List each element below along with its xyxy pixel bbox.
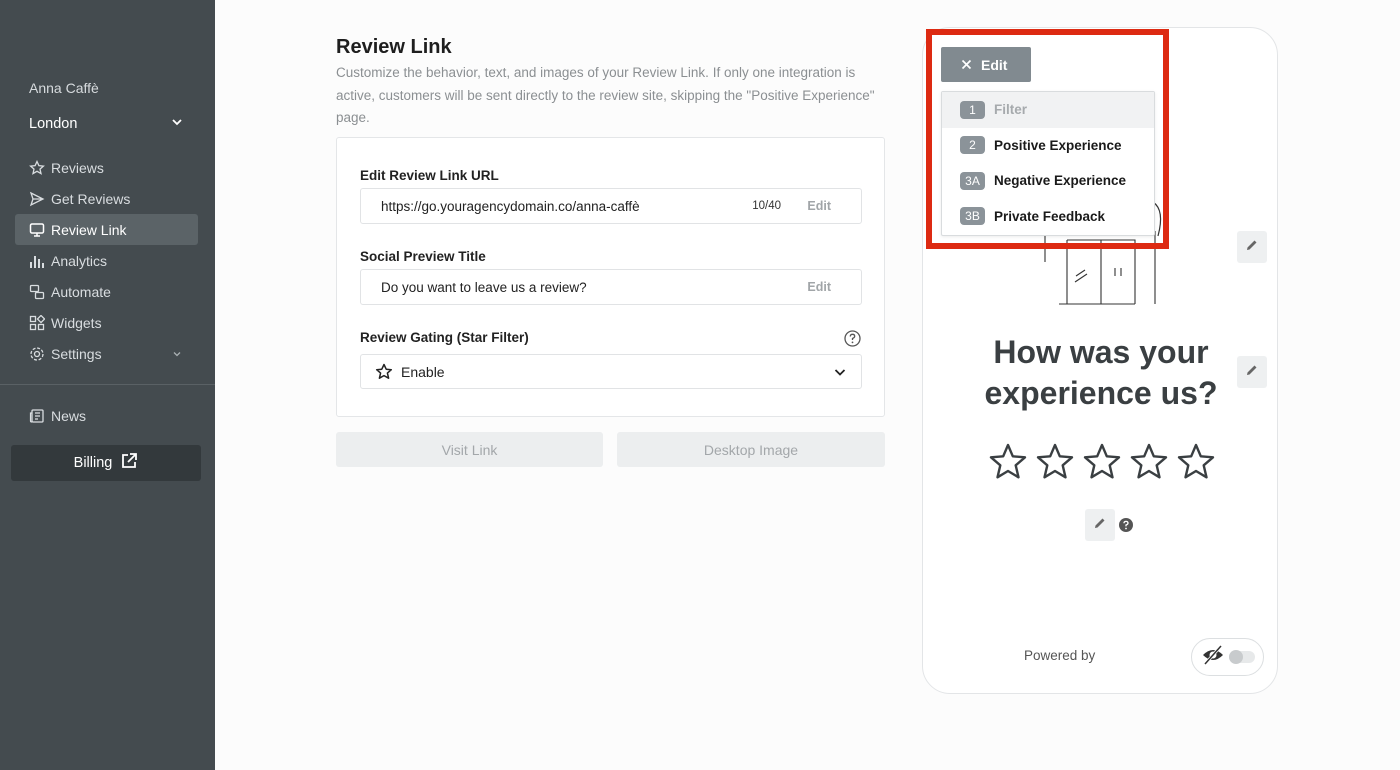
sidebar-item-widgets[interactable]: Widgets bbox=[15, 307, 198, 338]
sidebar-item-review-link[interactable]: Review Link bbox=[15, 214, 198, 245]
widgets-icon bbox=[29, 314, 45, 331]
sidebar-item-label: Widgets bbox=[51, 314, 102, 331]
automate-icon bbox=[29, 284, 45, 300]
sidebar-item-label: Review Link bbox=[51, 221, 127, 238]
pencil-icon bbox=[1245, 363, 1259, 382]
business-name: Anna Caffè bbox=[29, 80, 99, 96]
social-title-value: Do you want to leave us a review? bbox=[381, 279, 587, 295]
sidebar-divider bbox=[0, 384, 215, 385]
edit-image-button[interactable] bbox=[1237, 231, 1267, 263]
pencil-icon bbox=[1093, 516, 1107, 535]
star-icon[interactable] bbox=[989, 443, 1027, 481]
star-icon[interactable] bbox=[1177, 443, 1215, 481]
sidebar-item-label: Get Reviews bbox=[51, 190, 131, 207]
location-selector[interactable]: London bbox=[29, 115, 184, 133]
chevron-down-icon bbox=[170, 115, 184, 133]
url-field-label: Edit Review Link URL bbox=[360, 168, 499, 183]
edit-stars-button[interactable] bbox=[1085, 509, 1115, 541]
sidebar-item-settings[interactable]: Settings bbox=[15, 338, 198, 369]
star-icon[interactable] bbox=[1036, 443, 1074, 481]
send-icon bbox=[29, 191, 45, 207]
chevron-down-icon bbox=[833, 365, 847, 382]
sidebar-news-section: News bbox=[15, 400, 198, 431]
powered-by-label: Powered by bbox=[1024, 648, 1096, 663]
toggle-switch[interactable] bbox=[1229, 650, 1255, 664]
visit-link-button[interactable]: Visit Link bbox=[336, 432, 603, 467]
sidebar-item-label: Analytics bbox=[51, 252, 108, 269]
monitor-icon bbox=[29, 222, 45, 238]
star-icon[interactable] bbox=[1130, 443, 1168, 481]
sidebar-item-news[interactable]: News bbox=[15, 400, 198, 431]
pencil-icon bbox=[1245, 238, 1259, 257]
billing-button[interactable]: Billing bbox=[11, 445, 201, 481]
gear-icon bbox=[29, 346, 45, 362]
social-title-field[interactable]: Do you want to leave us a review? Edit bbox=[360, 269, 862, 305]
preview-headline: How was your experience us? bbox=[984, 334, 1218, 411]
sidebar-item-label: Automate bbox=[51, 283, 111, 300]
news-icon bbox=[29, 408, 45, 424]
help-icon[interactable] bbox=[844, 330, 861, 352]
social-title-label: Social Preview Title bbox=[360, 249, 486, 264]
gating-select[interactable]: Enable bbox=[360, 354, 862, 389]
star-rating[interactable] bbox=[989, 443, 1215, 481]
page-description: Customize the behavior, text, and images… bbox=[336, 65, 875, 125]
sidebar-item-get-reviews[interactable]: Get Reviews bbox=[15, 183, 198, 214]
branding-visibility-toggle[interactable] bbox=[1191, 638, 1264, 676]
gating-value: Enable bbox=[401, 363, 445, 380]
chevron-down-icon bbox=[172, 346, 182, 362]
eye-off-icon bbox=[1201, 644, 1225, 671]
sidebar-item-label: Settings bbox=[51, 345, 102, 362]
star-icon bbox=[375, 363, 393, 381]
social-title-edit-button[interactable]: Edit bbox=[807, 280, 831, 294]
star-icon bbox=[29, 159, 45, 176]
location-label: London bbox=[29, 116, 78, 132]
url-char-count: 10/40 bbox=[752, 200, 781, 212]
sidebar-item-reviews[interactable]: Reviews bbox=[15, 152, 198, 183]
question-icon[interactable] bbox=[1119, 518, 1133, 537]
star-icon[interactable] bbox=[1083, 443, 1121, 481]
page-title: Review Link bbox=[336, 36, 452, 58]
billing-label: Billing bbox=[73, 455, 113, 471]
sidebar-item-automate[interactable]: Automate bbox=[15, 276, 198, 307]
url-field[interactable]: https://go.youragencydomain.co/anna-caff… bbox=[360, 188, 862, 224]
edit-headline-button[interactable] bbox=[1237, 356, 1267, 388]
sidebar-item-label: Reviews bbox=[51, 159, 104, 176]
sidebar-item-analytics[interactable]: Analytics bbox=[15, 245, 198, 276]
desktop-image-button[interactable]: Desktop Image bbox=[617, 432, 885, 467]
gating-label: Review Gating (Star Filter) bbox=[360, 330, 529, 345]
url-value: https://go.youragencydomain.co/anna-caff… bbox=[381, 198, 640, 214]
sidebar-item-label: News bbox=[51, 407, 87, 424]
settings-card: Edit Review Link URL https://go.youragen… bbox=[336, 137, 885, 417]
sidebar-nav: Reviews Get Reviews Review Link Analytic… bbox=[15, 152, 198, 369]
url-edit-button[interactable]: Edit bbox=[807, 199, 831, 213]
highlight-box bbox=[926, 29, 1169, 249]
external-link-icon bbox=[120, 452, 138, 474]
bar-chart-icon bbox=[29, 253, 45, 269]
sidebar: Anna Caffè London Reviews Get Reviews Re… bbox=[0, 0, 215, 770]
